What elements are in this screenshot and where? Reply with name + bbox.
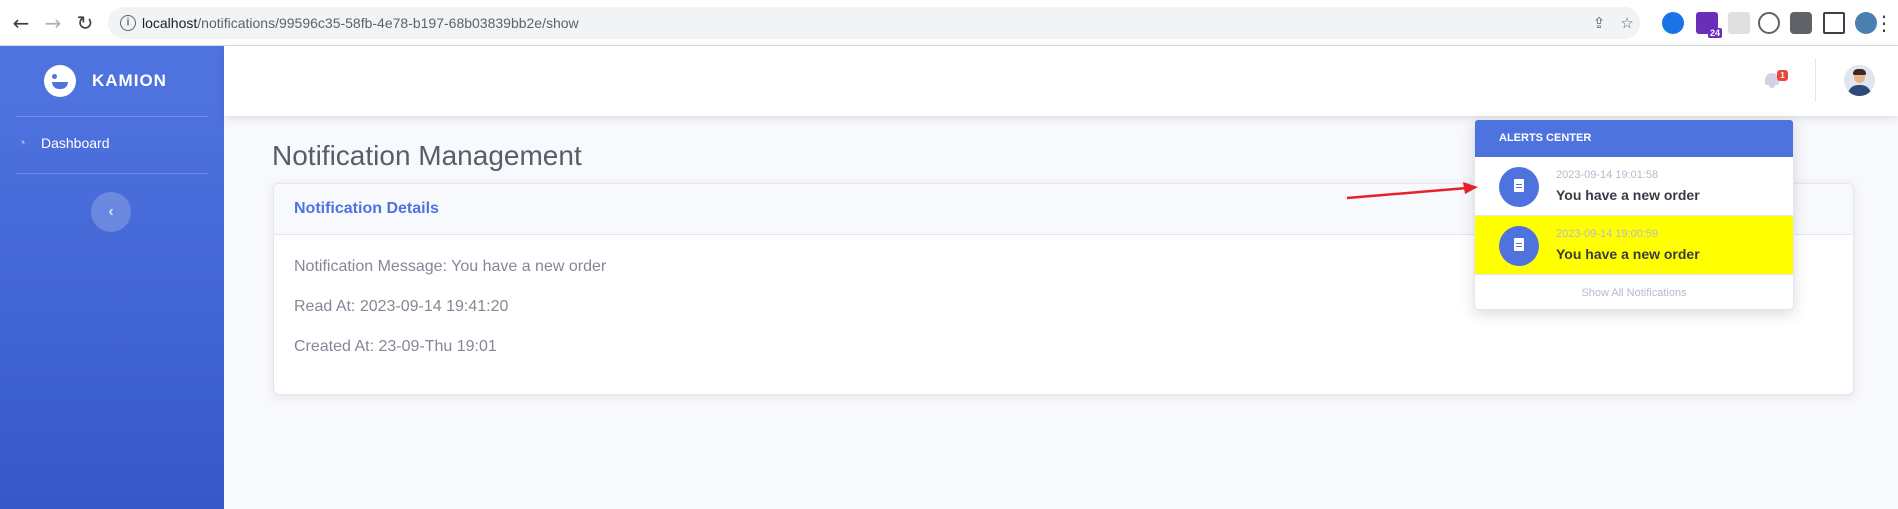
topbar	[224, 46, 1898, 116]
share-icon[interactable]: ⇪	[1590, 15, 1608, 33]
sidebar-divider	[16, 116, 208, 117]
alert-icon-circle	[1499, 167, 1539, 207]
topbar-divider	[1815, 58, 1816, 102]
read-at: Read At: 2023-09-14 19:41:20	[294, 298, 509, 315]
alert-icon-circle	[1499, 226, 1539, 266]
sidebar-item-dashboard[interactable]: ◔ Dashboard	[0, 128, 224, 158]
back-icon[interactable]: ←	[9, 11, 33, 35]
extension-3-icon[interactable]	[1728, 12, 1750, 34]
alert-text: You have a new order	[1556, 187, 1700, 203]
alerts-dropdown: ALERTS CENTER 2023-09-14 19:01:58 You ha…	[1474, 119, 1794, 310]
sidebar: KAMION ◔ Dashboard ‹	[0, 46, 224, 509]
created-at: Created At: 23-09-Thu 19:01	[294, 338, 497, 355]
extensions-puzzle-icon[interactable]	[1790, 12, 1812, 34]
alert-item[interactable]: 2023-09-14 19:01:58 You have a new order	[1475, 157, 1793, 216]
more-menu-icon[interactable]: ⋮	[1872, 11, 1896, 35]
extension-1-icon[interactable]	[1662, 12, 1684, 34]
page-title: Notification Management	[272, 140, 582, 171]
bookmark-star-icon[interactable]: ☆	[1618, 15, 1636, 33]
alerts-header: ALERTS CENTER	[1475, 120, 1793, 157]
chevron-left-icon: ‹	[108, 203, 114, 220]
annotation-arrow	[1346, 182, 1478, 200]
url-host: localhost	[142, 15, 198, 31]
sidebar-item-label: Dashboard	[41, 135, 110, 151]
side-panel-icon[interactable]	[1823, 12, 1845, 34]
alerts-header-title: ALERTS CENTER	[1499, 132, 1592, 144]
card-title: Notification Details	[294, 200, 439, 217]
address-bar[interactable]: i localhost/notifications/99596c35-58fb-…	[108, 7, 1640, 39]
alert-date: 2023-09-14 19:01:58	[1556, 169, 1659, 181]
sidebar-divider	[16, 173, 208, 174]
sidebar-toggle-button[interactable]: ‹	[91, 192, 131, 232]
sidebar-brand[interactable]: KAMION	[0, 46, 224, 116]
forward-icon[interactable]: →	[41, 11, 65, 35]
alert-date: 2023-09-14 19:00:59	[1556, 228, 1659, 240]
file-icon	[1514, 179, 1524, 192]
show-all-notifications-link[interactable]: Show All Notifications	[1475, 275, 1793, 309]
site-info-icon[interactable]: i	[120, 15, 136, 31]
user-avatar[interactable]	[1844, 65, 1875, 96]
extension-4-icon[interactable]	[1758, 12, 1780, 34]
alert-text: You have a new order	[1556, 246, 1700, 262]
notification-message: Notification Message: You have a new ord…	[294, 258, 607, 275]
brand-name: KAMION	[92, 71, 167, 90]
tachometer-icon: ◔	[18, 135, 26, 150]
browser-toolbar: ← → ↻ i localhost/notifications/99596c35…	[0, 0, 1898, 46]
file-icon	[1514, 238, 1524, 251]
reload-icon[interactable]: ↻	[73, 11, 97, 35]
laugh-wink-icon	[44, 65, 76, 97]
extension-badge: 24	[1707, 28, 1722, 38]
alert-count-badge: 1	[1777, 70, 1788, 81]
alert-item[interactable]: 2023-09-14 19:00:59 You have a new order	[1475, 216, 1793, 275]
extension-2-icon[interactable]: 24	[1696, 12, 1722, 38]
url-text[interactable]: localhost/notifications/99596c35-58fb-4e…	[142, 15, 579, 31]
url-path: /notifications/99596c35-58fb-4e78-b197-6…	[197, 15, 579, 31]
